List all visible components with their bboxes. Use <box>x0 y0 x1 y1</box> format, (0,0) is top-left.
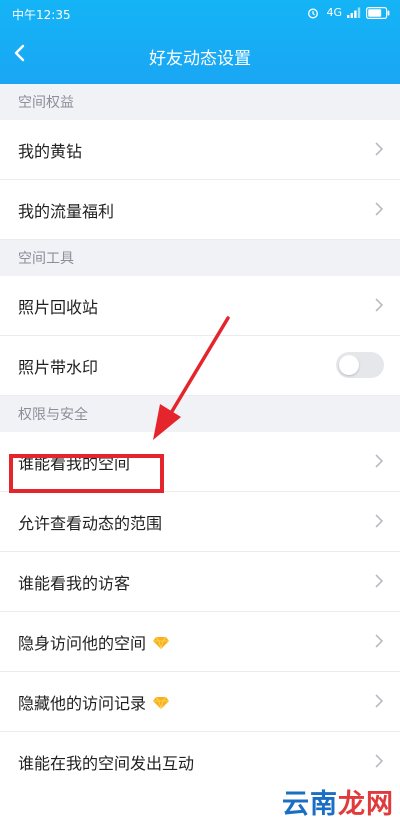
toggle-knob <box>339 355 359 375</box>
alarm-icon <box>307 7 321 19</box>
network-type: 4G <box>326 6 342 19</box>
chevron-right-icon <box>374 573 384 589</box>
settings-item-label: 照片带水印 <box>18 357 99 377</box>
signal-icon <box>347 7 361 18</box>
chevron-right-icon <box>374 693 384 709</box>
settings-item-label: 谁能在我的空间发出互动 <box>18 753 195 773</box>
settings-item-label: 我的黄钻 <box>18 141 83 161</box>
header-bar: 中午12:35 4G 好友动态设置 <box>0 0 400 84</box>
diamond-icon <box>152 635 170 649</box>
chevron-right-icon <box>374 453 384 469</box>
settings-item-label: 隐身访问他的空间 <box>18 633 147 653</box>
nav-bar: 好友动态设置 <box>0 30 400 78</box>
diamond-icon <box>152 695 170 709</box>
settings-item-photo-watermark: 照片带水印 <box>0 336 400 396</box>
settings-item-yellow-diamond[interactable]: 我的黄钻 <box>0 120 400 180</box>
settings-item-label: 隐藏他的访问记录 <box>18 693 147 713</box>
settings-item-label: 照片回收站 <box>18 297 99 317</box>
status-bar: 中午12:35 4G <box>0 0 400 26</box>
chevron-right-icon <box>374 513 384 529</box>
chevron-right-icon <box>374 753 384 769</box>
section-header-privacy: 权限与安全 <box>0 396 400 432</box>
watermark-part1: 云南 <box>282 789 338 820</box>
status-time: 中午12:35 <box>12 8 71 22</box>
chevron-right-icon <box>374 201 384 217</box>
settings-item-invisible-visit[interactable]: 隐身访问他的空间 <box>0 612 400 672</box>
settings-item-feed-visibility-range[interactable]: 允许查看动态的范围 <box>0 492 400 552</box>
settings-list: 空间权益 我的黄钻 我的流量福利 空间工具 照片回收站 照片带水印 权限与安全 … <box>0 84 400 791</box>
watermark-logo: 云南龙网 <box>282 782 394 821</box>
chevron-right-icon <box>374 141 384 157</box>
settings-item-label: 谁能看我的访客 <box>18 573 131 593</box>
section-header-benefits: 空间权益 <box>0 84 400 120</box>
settings-item-data-welfare[interactable]: 我的流量福利 <box>0 180 400 240</box>
chevron-right-icon <box>374 633 384 649</box>
section-header-tools: 空间工具 <box>0 240 400 276</box>
watermark-part2: 龙网 <box>338 789 394 820</box>
chevron-right-icon <box>374 297 384 313</box>
highlight-box <box>9 454 164 493</box>
status-indicators: 4G <box>307 6 390 19</box>
settings-item-photo-recycle-bin[interactable]: 照片回收站 <box>0 276 400 336</box>
settings-item-label: 我的流量福利 <box>18 201 115 221</box>
settings-item-label: 允许查看动态的范围 <box>18 513 163 533</box>
page-title: 好友动态设置 <box>149 49 251 69</box>
watermark-toggle[interactable] <box>336 352 384 378</box>
settings-item-hide-visit-record[interactable]: 隐藏他的访问记录 <box>0 672 400 732</box>
battery-icon <box>366 6 390 19</box>
settings-item-who-can-view-visitors[interactable]: 谁能看我的访客 <box>0 552 400 612</box>
